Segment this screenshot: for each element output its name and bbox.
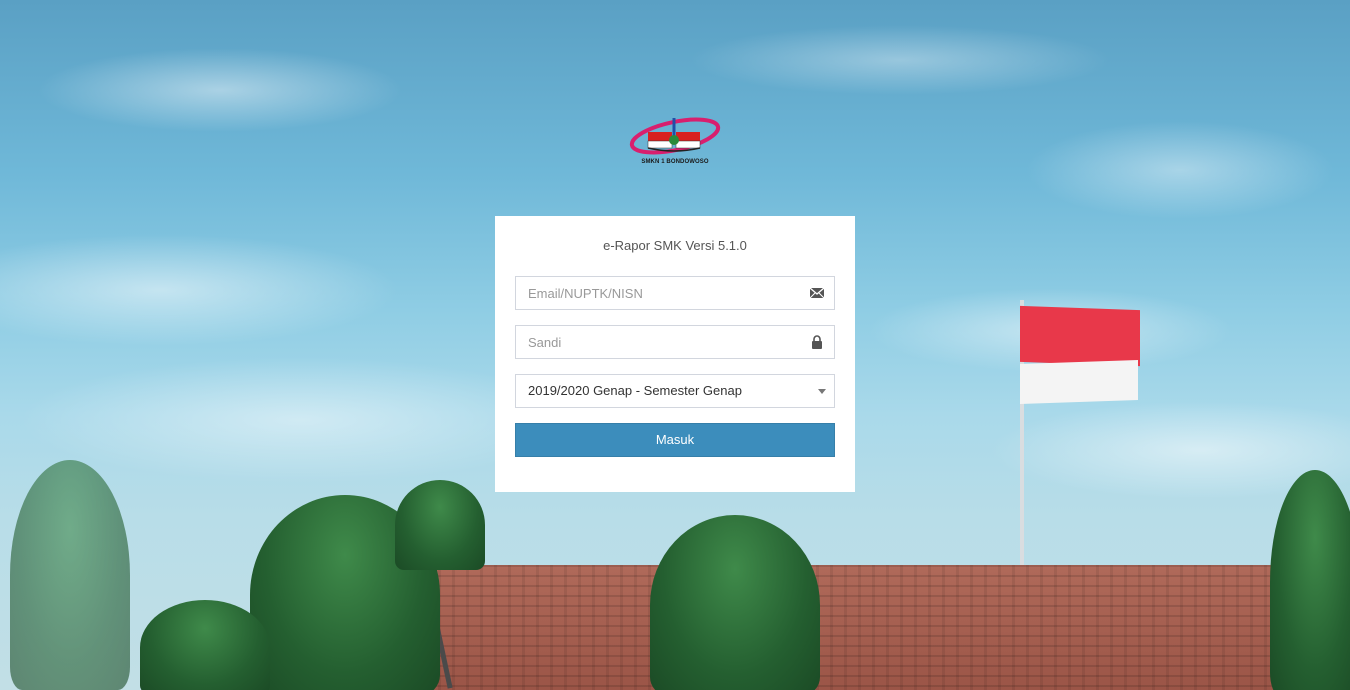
login-button[interactable]: Masuk [515, 423, 835, 457]
email-input[interactable] [516, 277, 808, 309]
semester-select-value: 2019/2020 Genap - Semester Genap [528, 383, 742, 398]
semester-select[interactable]: 2019/2020 Genap - Semester Genap [515, 374, 835, 408]
login-box: e-Rapor SMK Versi 5.1.0 2019/2020 Genap … [495, 216, 855, 492]
password-field-container [515, 325, 835, 359]
flag-white-stripe [1020, 359, 1138, 405]
flag-red-stripe [1020, 305, 1140, 367]
chevron-down-icon [818, 389, 826, 394]
password-input[interactable] [516, 326, 808, 358]
tree [140, 600, 270, 690]
school-name-caption: SMKN 1 BONDOWOSO [641, 159, 709, 165]
tree [10, 460, 130, 690]
envelope-icon [809, 286, 825, 300]
tree [650, 515, 820, 690]
tree [1270, 470, 1350, 690]
tree [395, 480, 485, 570]
email-field-container [515, 276, 835, 310]
roof [410, 565, 1310, 690]
lock-icon [809, 335, 825, 349]
login-title: e-Rapor SMK Versi 5.1.0 [603, 238, 747, 253]
